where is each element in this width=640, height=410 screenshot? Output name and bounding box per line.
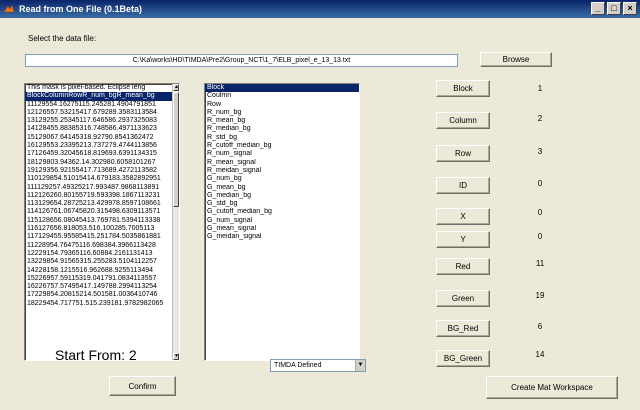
data-list-item[interactable]: 16226757.57495417.149788.2994113254 [25,283,179,291]
close-button[interactable]: × [623,2,637,15]
map-y-value: 0 [537,232,543,241]
field-list-item[interactable]: R_median_bg [205,125,359,133]
map-row-button[interactable]: Row [436,145,490,162]
data-list-item[interactable]: 12126557.53215417.679289.3583113584 [25,109,179,117]
map-bg-red-button[interactable]: BG_Red [436,320,490,337]
field-list-item[interactable]: G_meidan_signal [205,233,359,241]
data-list-item[interactable]: 15226957.59115319.041791.0834113557 [25,275,179,283]
data-list-item[interactable]: 117129455.95585415.251784.5035861881 [25,233,179,241]
data-list-item[interactable]: 11129554.16275115.245281.4904791851 [25,101,179,109]
map-id-value: 0 [537,179,543,188]
data-list-item[interactable]: 112126260.80155719.593398.1867113231 [25,192,179,200]
map-block-button[interactable]: Block [436,80,490,97]
chevron-down-icon[interactable]: ▼ [355,360,365,371]
field-list[interactable]: Block Coulmn Row R_num_bg R_mean_bg R_median_… [204,83,360,361]
field-list-item[interactable]: G_num_signal [205,217,359,225]
data-list-item[interactable]: 13129255.25345117.646586.2937325083 [25,117,179,125]
field-list-item[interactable]: G_num_bg [205,175,359,183]
map-row-value: 3 [537,147,543,156]
create-mat-workspace-button[interactable]: Create Mat Workspace [486,376,618,399]
map-block-value: 1 [537,84,543,93]
data-rows: This mask is pixel-based. Eclipse leng Bl… [25,84,179,308]
data-list-item[interactable]: 16129553.23395213.737279.4744113856 [25,142,179,150]
data-list-item[interactable]: 110129854.51015414.679183.3582892951 [25,175,179,183]
data-list-item[interactable]: 13229854.91565315.255283.5104112257 [25,258,179,266]
data-list-item[interactable]: 14128455.88385316.748586.4971133623 [25,125,179,133]
browse-button[interactable]: Browse [480,52,552,67]
map-column-button[interactable]: Column [436,112,490,129]
select-file-label: Select the data file: [28,34,97,43]
field-list-item[interactable]: G_mean_bg [205,184,359,192]
data-list-item[interactable]: 113129654.28725213.429978.8597108661 [25,200,179,208]
minimize-button[interactable]: _ [591,2,605,15]
window-client: Select the data file: C:\Ka\works\HD\TIM… [0,18,640,410]
field-list-item[interactable]: G_cutoff_median_bg [205,208,359,216]
start-from: Start From: 2 [55,347,137,363]
field-list-item[interactable]: G_std_bg [205,200,359,208]
scroll-up-icon[interactable]: ▲ [173,84,179,91]
data-list-item[interactable]: 15129067.64145318.92790.8541362472 [25,134,179,142]
data-preview-list[interactable]: This mask is pixel-based. Eclipse leng Bl… [24,83,180,361]
map-green-button[interactable]: Green [436,290,490,307]
data-list-item[interactable]: 18129803.94362.14.302980.6058101267 [25,159,179,167]
data-list-item[interactable]: 19129356.92155417.713689.4272113582 [25,167,179,175]
map-column-value: 2 [537,114,543,123]
data-list-item[interactable]: This mask is pixel-based. Eclipse leng [25,84,179,92]
map-red-button[interactable]: Red [436,258,490,275]
data-list-item[interactable]: 114126761.06745820.315498.6309113571 [25,208,179,216]
field-list-item[interactable]: Row [205,101,359,109]
field-rows: Block Coulmn Row R_num_bg R_mean_bg R_median_… [205,84,359,242]
data-list-item[interactable]: 14228158.1215516.962688.9255113494 [25,267,179,275]
data-list-item[interactable]: 115128656.08045413.769781.5394113338 [25,217,179,225]
field-list-item[interactable]: R_meidan_signal [205,167,359,175]
map-bg-green-value: 14 [535,350,545,359]
field-list-item[interactable]: Coulmn [205,92,359,100]
field-list-item[interactable]: R_mean_signal [205,159,359,167]
start-from-label: Start From: [55,347,126,363]
title-bar: Read from One File (0.1Beta) _ □ × [0,0,640,18]
format-select-value: TIMDA Defined [274,362,322,369]
scroll-thumb[interactable] [173,92,179,207]
start-from-value: 2 [128,347,137,363]
data-list-scrollbar[interactable]: ▲ ▼ [172,84,179,360]
field-list-item[interactable]: R_num_signal [205,150,359,158]
confirm-button[interactable]: Confirm [109,376,176,396]
field-list-item[interactable]: R_cutoff_median_bg [205,142,359,150]
data-list-item[interactable]: BlockColumnRowR_num_bgR_mean_bg [25,92,179,101]
map-red-value: 11 [535,259,545,268]
field-list-item[interactable]: R_std_bg [205,134,359,142]
data-list-item[interactable]: 111129257.49325217.993487.9868113891 [25,184,179,192]
field-list-item[interactable]: R_num_bg [205,109,359,117]
matlab-icon [3,3,15,15]
scroll-down-icon[interactable]: ▼ [173,353,179,360]
map-y-button[interactable]: Y [436,231,490,248]
field-list-item[interactable]: G_mean_signal [205,225,359,233]
field-list-item[interactable]: Block [205,84,359,93]
map-x-value: 0 [537,208,543,217]
format-select[interactable]: TIMDA Defined ▼ [270,359,366,372]
map-id-button[interactable]: ID [436,177,490,194]
map-x-button[interactable]: X [436,208,490,225]
data-list-item[interactable]: 18229454.717751.515.239181.9782982065 [25,300,179,308]
data-list-item[interactable]: 17126459.32045618.819693.6391134315 [25,150,179,158]
map-bg-green-button[interactable]: BG_Green [436,350,490,367]
field-list-item[interactable]: R_mean_bg [205,117,359,125]
data-list-item[interactable]: 12229154.79365116.60884.2161131413 [25,250,179,258]
map-green-value: 19 [535,291,545,300]
map-bg-red-value: 6 [537,322,543,331]
field-list-item[interactable]: G_median_bg [205,192,359,200]
data-list-item[interactable]: 11228954.76475116.698384.3966113428 [25,242,179,250]
file-path-field[interactable]: C:\Ka\works\HD\TIMDA\Pre2\Group_NCT\1_7\… [25,54,458,67]
window-title: Read from One File (0.1Beta) [19,4,143,14]
maximize-button[interactable]: □ [607,2,621,15]
data-list-item[interactable]: 17229854.20815214.501581.0036410746 [25,291,179,299]
data-list-item[interactable]: 116127656.818053.516.100285.7005113 [25,225,179,233]
